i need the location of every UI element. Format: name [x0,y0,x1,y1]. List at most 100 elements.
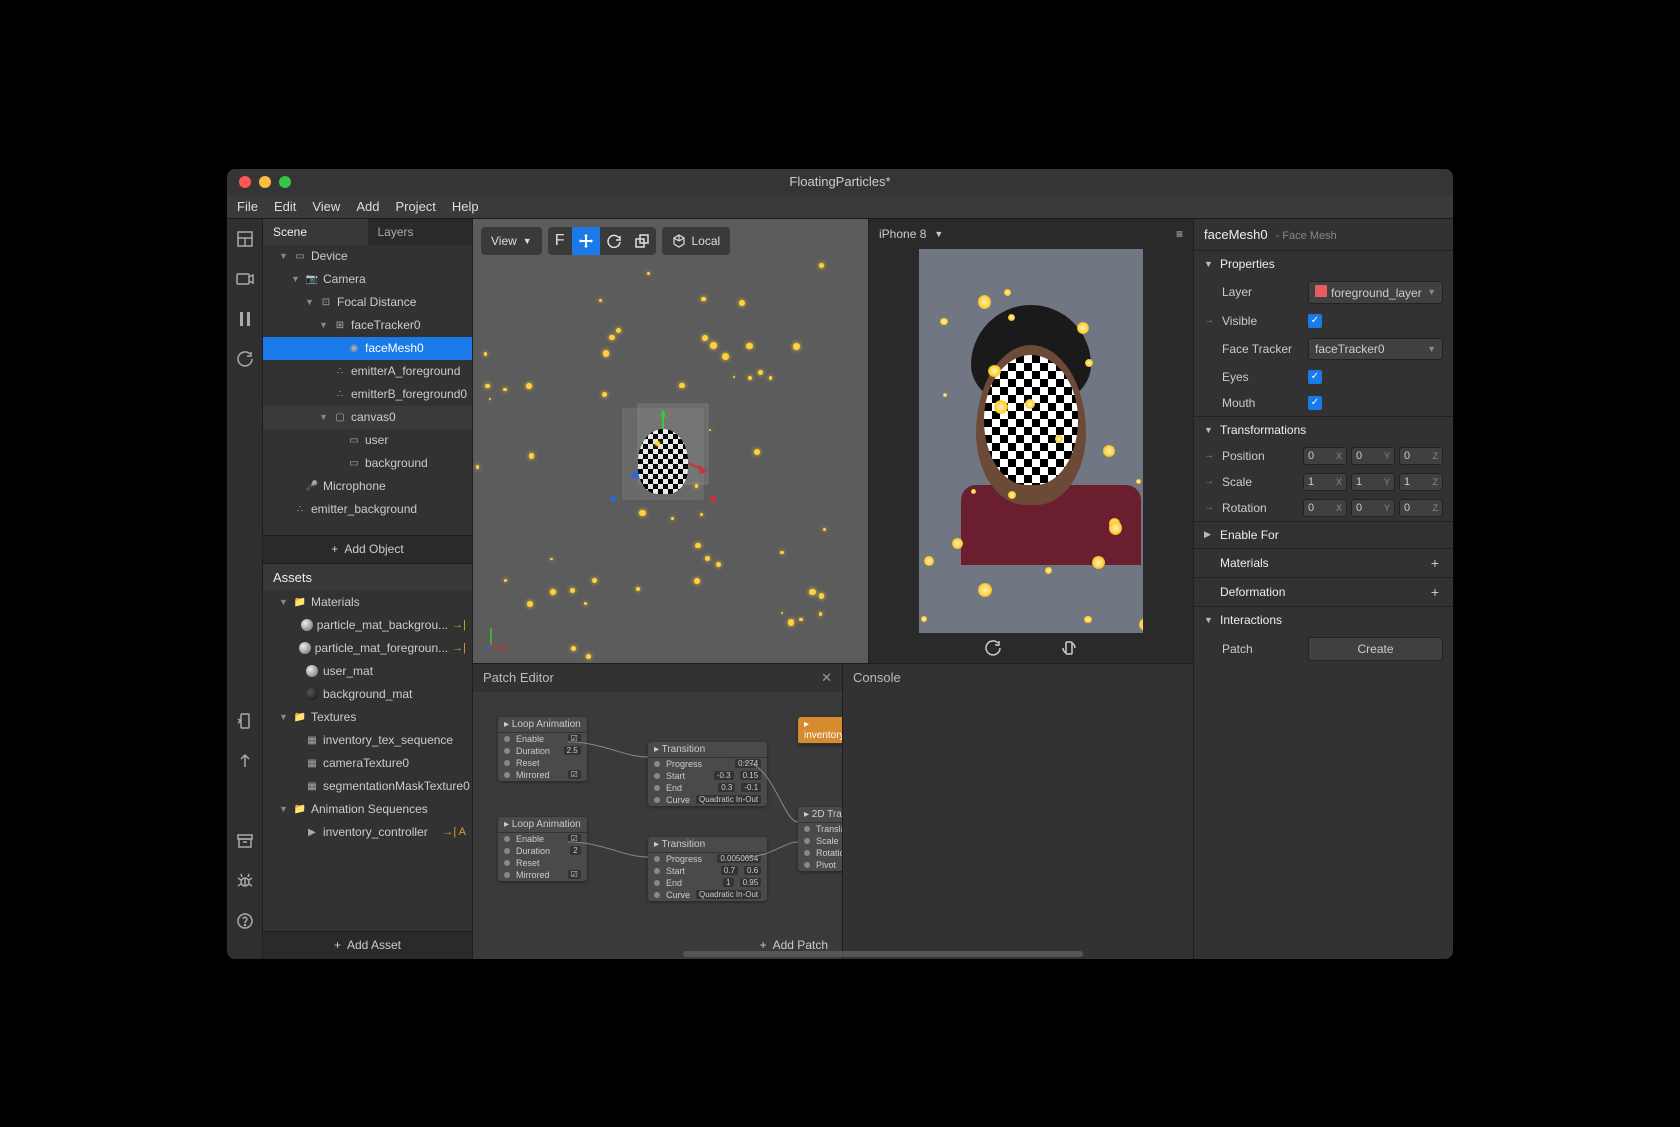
menu-project[interactable]: Project [395,199,435,214]
add-material-icon[interactable]: + [1431,555,1443,571]
tree-item-materials[interactable]: ▼📁Materials [263,591,472,614]
patch-node[interactable]: ▸ inventory_controller [798,717,842,744]
patch-canvas[interactable]: ▸ Loop AnimationEnable☑Duration2.5ResetM… [473,692,842,931]
close-icon[interactable]: ✕ [821,670,832,686]
titlebar: FloatingParticles* [227,169,1453,195]
rail-bug-icon[interactable] [235,871,255,891]
rail-export-icon[interactable] [235,711,255,731]
layer-dropdown[interactable]: foreground_layer▼ [1308,281,1443,304]
position-y[interactable]: 0Y [1351,447,1395,465]
tree-item-textures[interactable]: ▼📁Textures [263,706,472,729]
tree-item-m4[interactable]: background_mat [263,683,472,706]
preview-rotate-icon[interactable] [1061,640,1077,656]
rail-layout-icon[interactable] [235,229,255,249]
menu-help[interactable]: Help [452,199,479,214]
tab-scene[interactable]: Scene [263,219,368,245]
add-object-button[interactable]: + Add Object [263,535,472,563]
chevron-down-icon: ▼ [523,236,532,246]
tree-item-t3[interactable]: ▦segmentationMaskTexture0 [263,775,472,798]
rotation-z[interactable]: 0Z [1399,499,1443,517]
assets-header: Assets [263,564,472,591]
bottom-panels: Patch Editor ✕ ▸ Loop AnimationEnable☑Du… [473,664,1193,959]
preview-menu-icon[interactable]: ≡ [1176,227,1183,241]
patch-node[interactable]: ▸ Loop AnimationEnable☑Duration2ResetMir… [498,817,587,881]
create-patch-button[interactable]: Create [1308,637,1443,661]
app-window: FloatingParticles* File Edit View Add Pr… [227,169,1453,959]
menu-add[interactable]: Add [356,199,379,214]
rail-upload-icon[interactable] [235,751,255,771]
rail-pause-icon[interactable] [235,309,255,329]
patch-node[interactable]: ▸ TransitionProgress0.274Start-0.30.15En… [648,742,767,806]
tree-item-fm0[interactable]: ◉faceMesh0 [263,337,472,360]
rotation-x[interactable]: 0X [1303,499,1347,517]
space-toggle[interactable]: Local [662,227,731,255]
rail-refresh-icon[interactable] [235,349,255,369]
add-patch-button[interactable]: + Add Patch [760,938,828,952]
select-tool[interactable]: F [548,227,572,255]
rotation-y[interactable]: 0Y [1351,499,1395,517]
menu-view[interactable]: View [312,199,340,214]
rail-help-icon[interactable] [235,911,255,931]
tree-item-m1[interactable]: particle_mat_backgrou...→| [263,614,472,637]
move-tool[interactable] [572,227,600,255]
tree-item-device[interactable]: ▼▭Device [263,245,472,268]
rotate-tool[interactable] [600,227,628,255]
section-materials[interactable]: Materials+ [1194,549,1453,577]
tree-item-embg[interactable]: ∴emitter_background [263,498,472,521]
visible-checkbox[interactable]: ✓ [1308,314,1322,328]
scale-z[interactable]: 1Z [1399,473,1443,491]
tree-item-ft0[interactable]: ▼⊞faceTracker0 [263,314,472,337]
window-zoom-button[interactable] [279,176,291,188]
section-enable-for[interactable]: ▶Enable For [1194,522,1453,548]
rail-archive-icon[interactable] [235,831,255,851]
console-panel: Console [843,664,1193,959]
window-minimize-button[interactable] [259,176,271,188]
patch-scrollbar[interactable] [683,951,1083,957]
view-dropdown[interactable]: View ▼ [481,227,542,255]
position-z[interactable]: 0Z [1399,447,1443,465]
assets-tree[interactable]: ▼📁Materialsparticle_mat_backgrou...→|par… [263,591,472,931]
patch-editor: Patch Editor ✕ ▸ Loop AnimationEnable☑Du… [473,664,843,959]
tree-item-canvas0[interactable]: ▼▢canvas0 [263,406,472,429]
device-selector[interactable]: iPhone 8 ▼ [879,227,943,241]
face-tracker-dropdown[interactable]: faceTracker0▼ [1308,338,1443,360]
add-deformation-icon[interactable]: + [1431,584,1443,600]
tree-item-m2[interactable]: particle_mat_foregroun...→| [263,637,472,660]
add-asset-button[interactable]: + Add Asset [263,931,472,959]
section-transformations[interactable]: ▼Transformations [1194,417,1453,443]
patch-node[interactable]: ▸ 2D Transform PackTranslation-0.290.19S… [798,807,842,871]
scale-y[interactable]: 1Y [1351,473,1395,491]
traffic-lights [227,176,291,188]
section-properties[interactable]: ▼Properties [1194,251,1453,277]
scale-tool[interactable] [628,227,656,255]
menu-file[interactable]: File [237,199,258,214]
section-deformation[interactable]: Deformation+ [1194,578,1453,606]
tree-item-user[interactable]: ▭user [263,429,472,452]
section-interactions[interactable]: ▼Interactions [1194,607,1453,633]
preview-restart-icon[interactable] [985,640,1001,656]
rail-camera-icon[interactable] [235,269,255,289]
tree-item-anim[interactable]: ▼📁Animation Sequences [263,798,472,821]
tree-item-t2[interactable]: ▦cameraTexture0 [263,752,472,775]
tree-item-focal[interactable]: ▼⊡Focal Distance [263,291,472,314]
position-x[interactable]: 0X [1303,447,1347,465]
tree-item-camera[interactable]: ▼📷Camera [263,268,472,291]
scene-tree[interactable]: ▼▭Device▼📷Camera▼⊡Focal Distance▼⊞faceTr… [263,245,472,535]
patch-node[interactable]: ▸ TransitionProgress0.0050654Start0.70.6… [648,837,767,901]
tree-item-a1[interactable]: ▶inventory_controller→| A [263,821,472,844]
tab-layers[interactable]: Layers [368,219,473,245]
inspector-object-type: - Face Mesh [1276,230,1337,242]
tree-item-emB[interactable]: ∴emitterB_foreground0 [263,383,472,406]
window-close-button[interactable] [239,176,251,188]
tree-item-mic[interactable]: 🎤Microphone [263,475,472,498]
eyes-checkbox[interactable]: ✓ [1308,370,1322,384]
tree-item-m3[interactable]: user_mat [263,660,472,683]
tree-item-t1[interactable]: ▦inventory_tex_sequence [263,729,472,752]
tree-item-emA[interactable]: ∴emitterA_foreground [263,360,472,383]
scale-x[interactable]: 1X [1303,473,1347,491]
patch-node[interactable]: ▸ Loop AnimationEnable☑Duration2.5ResetM… [498,717,587,781]
menu-edit[interactable]: Edit [274,199,296,214]
tree-item-bg[interactable]: ▭background [263,452,472,475]
mouth-checkbox[interactable]: ✓ [1308,396,1322,410]
viewport-3d[interactable]: View ▼ F Local [473,219,868,663]
